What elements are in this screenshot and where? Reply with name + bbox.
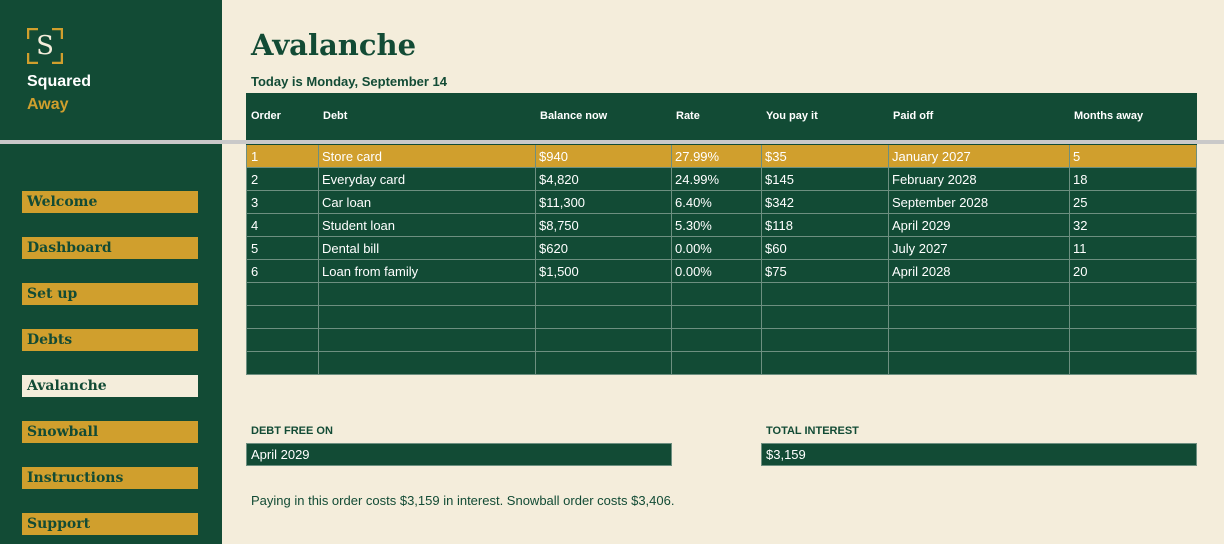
cell-order[interactable]: 3: [251, 191, 258, 214]
grid-line: [246, 282, 1197, 283]
debt-free-value[interactable]: April 2029: [246, 443, 672, 466]
grid-line: [535, 145, 536, 375]
brand-name-line2: Away: [27, 96, 69, 113]
cell-rate[interactable]: 0.00%: [675, 260, 712, 283]
cell-payment[interactable]: $145: [765, 168, 794, 191]
cell-debt[interactable]: Student loan: [322, 214, 395, 237]
col-header-months: Months away: [1074, 110, 1144, 122]
cell-rate[interactable]: 24.99%: [675, 168, 719, 191]
table-row[interactable]: 1 Store card $940 27.99% $35 January 202…: [246, 145, 1197, 168]
cell-payment[interactable]: $75: [765, 260, 787, 283]
grid-line: [1069, 145, 1070, 375]
cell-order[interactable]: 4: [251, 214, 258, 237]
brand-name-line1: Squared: [27, 73, 92, 90]
cell-payment[interactable]: $60: [765, 237, 787, 260]
cell-months[interactable]: 32: [1073, 214, 1087, 237]
grid-line: [246, 374, 1197, 375]
header-divider: [0, 140, 1224, 144]
table-row[interactable]: 4 Student loan $8,750 5.30% $118 April 2…: [246, 214, 1197, 237]
cell-balance[interactable]: $4,820: [539, 168, 579, 191]
nav-snowball[interactable]: Snowball: [22, 421, 198, 443]
cell-paid-off[interactable]: July 2027: [892, 237, 948, 260]
cell-debt[interactable]: Car loan: [322, 191, 371, 214]
cell-paid-off[interactable]: January 2027: [892, 145, 971, 168]
cell-months[interactable]: 11: [1073, 237, 1087, 260]
cell-months[interactable]: 18: [1073, 168, 1087, 191]
cell-debt[interactable]: Everyday card: [322, 168, 405, 191]
cell-payment[interactable]: $118: [765, 214, 793, 237]
cell-debt[interactable]: Loan from family: [322, 260, 418, 283]
cell-order[interactable]: 2: [251, 168, 258, 191]
grid-line: [246, 259, 1197, 260]
grid-line: [246, 351, 1197, 352]
cell-rate[interactable]: 0.00%: [675, 237, 712, 260]
logo: S: [26, 27, 64, 65]
grid-line: [246, 190, 1197, 191]
cell-rate[interactable]: 6.40%: [675, 191, 712, 214]
nav-set-up[interactable]: Set up: [22, 283, 198, 305]
cell-months[interactable]: 5: [1073, 145, 1080, 168]
cell-paid-off[interactable]: February 2028: [892, 168, 977, 191]
sidebar: S Squared Away Welcome Dashboard Set up …: [0, 0, 222, 544]
cell-months[interactable]: 25: [1073, 191, 1087, 214]
cell-order[interactable]: 1: [251, 145, 258, 168]
grid-line: [761, 145, 762, 375]
cell-balance[interactable]: $8,750: [539, 214, 579, 237]
grid-line: [246, 328, 1197, 329]
table-row[interactable]: 6 Loan from family $1,500 0.00% $75 Apri…: [246, 260, 1197, 283]
cell-order[interactable]: 5: [251, 237, 258, 260]
cell-balance[interactable]: $940: [539, 145, 568, 168]
cell-order[interactable]: 6: [251, 260, 258, 283]
col-header-payment: You pay it: [766, 110, 818, 122]
logo-letter: S: [36, 31, 54, 61]
table-row[interactable]: 3 Car loan $11,300 6.40% $342 September …: [246, 191, 1197, 214]
cell-paid-off[interactable]: September 2028: [892, 191, 988, 214]
grid-line: [671, 145, 672, 375]
cell-balance[interactable]: $620: [539, 237, 568, 260]
cell-rate[interactable]: 27.99%: [675, 145, 719, 168]
grid-line: [888, 145, 889, 375]
cell-debt[interactable]: Dental bill: [322, 237, 379, 260]
total-interest-value[interactable]: $3,159: [761, 443, 1197, 466]
col-header-rate: Rate: [676, 110, 700, 122]
grid-line: [1196, 145, 1197, 375]
table-row[interactable]: 5 Dental bill $620 0.00% $60 July 2027 1…: [246, 237, 1197, 260]
grid-line: [246, 145, 247, 375]
cell-balance[interactable]: $1,500: [539, 260, 579, 283]
cell-balance[interactable]: $11,300: [539, 191, 585, 214]
nav-support[interactable]: Support: [22, 513, 198, 535]
debt-free-label: DEBT FREE ON: [251, 425, 333, 437]
col-header-order: Order: [251, 110, 281, 122]
cell-payment[interactable]: $342: [765, 191, 794, 214]
cell-rate[interactable]: 5.30%: [675, 214, 712, 237]
nav-debts[interactable]: Debts: [22, 329, 198, 351]
grid-line: [246, 167, 1197, 168]
grid-line: [246, 305, 1197, 306]
nav-dashboard[interactable]: Dashboard: [22, 237, 198, 259]
page-title: Avalanche: [251, 28, 417, 62]
nav-welcome[interactable]: Welcome: [22, 191, 198, 213]
col-header-debt: Debt: [323, 110, 348, 122]
cell-debt[interactable]: Store card: [322, 145, 382, 168]
grid-line: [318, 145, 319, 375]
cell-paid-off[interactable]: April 2029: [892, 214, 951, 237]
nav-instructions[interactable]: Instructions: [22, 467, 198, 489]
total-interest-label: TOTAL INTEREST: [766, 425, 859, 437]
table-row[interactable]: 2 Everyday card $4,820 24.99% $145 Febru…: [246, 168, 1197, 191]
cell-paid-off[interactable]: April 2028: [892, 260, 951, 283]
col-header-paid-off: Paid off: [893, 110, 934, 122]
nav-avalanche[interactable]: Avalanche: [22, 375, 198, 397]
today-date: Today is Monday, September 14: [251, 74, 448, 89]
cell-months[interactable]: 20: [1073, 260, 1087, 283]
grid-line: [246, 236, 1197, 237]
grid-line: [246, 213, 1197, 214]
interest-comparison-note: Paying in this order costs $3,159 in int…: [251, 493, 675, 508]
cell-payment[interactable]: $35: [765, 145, 787, 168]
col-header-balance: Balance now: [540, 110, 608, 122]
